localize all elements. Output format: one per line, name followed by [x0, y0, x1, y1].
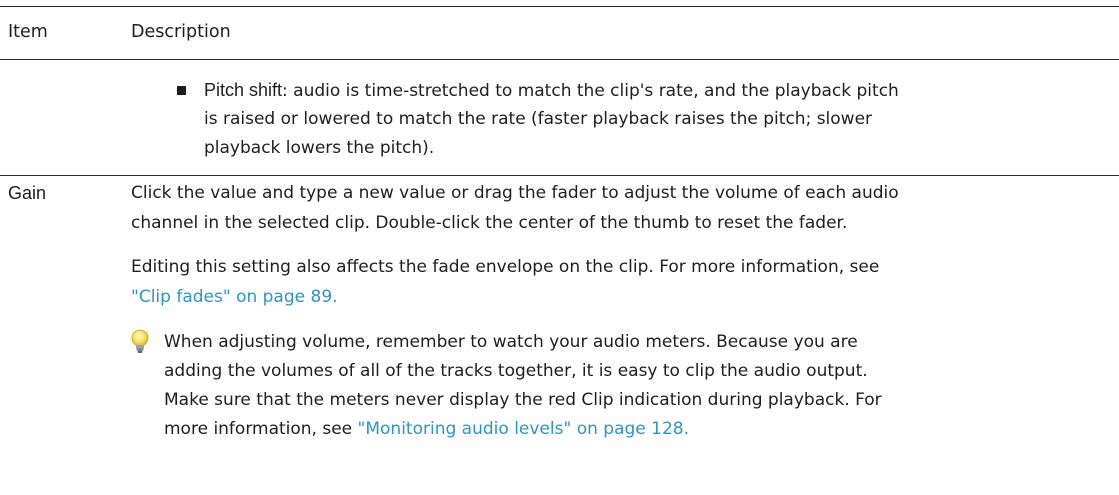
clip-fades-link[interactable]: "Clip fades" on page 89. — [131, 282, 338, 312]
square-bullet-icon — [177, 86, 186, 95]
tip-line-2: adding the volumes of all of the tracks … — [164, 361, 868, 381]
pitch-shift-line-3: playback lowers the pitch). — [204, 138, 435, 158]
pitch-shift-line-1: Pitch shift: audio is time-stretched to … — [204, 75, 899, 106]
tip-line-1: When adjusting volume, remember to watch… — [164, 332, 858, 352]
tip-line-3: Make sure that the meters never display … — [164, 390, 882, 410]
tip-text-4: more information, see — [164, 419, 358, 439]
row-rule — [0, 175, 1119, 176]
gain-p1-line-2: channel in the selected clip. Double-cli… — [131, 213, 848, 233]
table-top-rule — [0, 6, 1119, 7]
pitch-shift-line-2: is raised or lowered to match the rate (… — [204, 109, 873, 129]
gain-item-label: Gain — [8, 183, 47, 203]
tip-line-4: more information, see "Monitoring audio … — [164, 414, 689, 444]
gain-p1-line-1: Click the value and type a new value or … — [131, 183, 899, 203]
header-rule — [0, 59, 1119, 60]
pitch-shift-text: : audio is time-stretched to match the c… — [282, 81, 899, 101]
gain-p2-line-1: Editing this setting also affects the fa… — [131, 257, 880, 277]
lightbulb-icon — [131, 329, 149, 353]
monitoring-audio-levels-link[interactable]: "Monitoring audio levels" on page 128. — [358, 419, 689, 439]
column-header-description: Description — [131, 22, 231, 42]
column-header-item: Item — [8, 22, 48, 42]
pitch-shift-term: Pitch shift — [204, 80, 283, 100]
